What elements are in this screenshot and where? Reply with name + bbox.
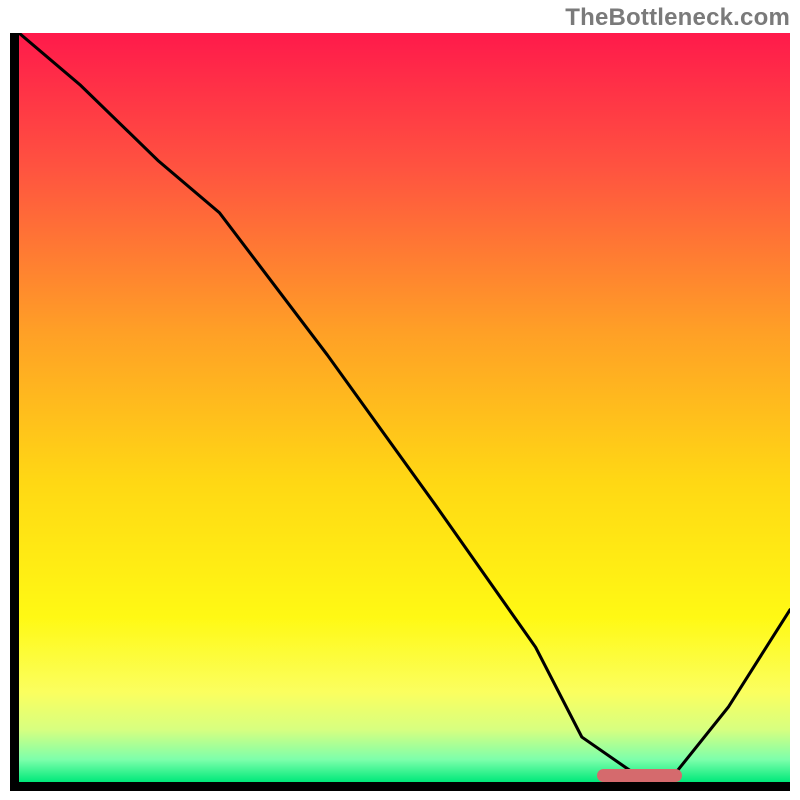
plot-area	[19, 33, 790, 782]
optimal-range-indicator	[597, 769, 682, 782]
chart-frame: TheBottleneck.com	[0, 0, 800, 800]
gradient-fill	[19, 33, 790, 782]
watermark-text: TheBottleneck.com	[565, 4, 790, 32]
plot-axes	[10, 33, 790, 791]
chart-svg	[19, 33, 790, 782]
